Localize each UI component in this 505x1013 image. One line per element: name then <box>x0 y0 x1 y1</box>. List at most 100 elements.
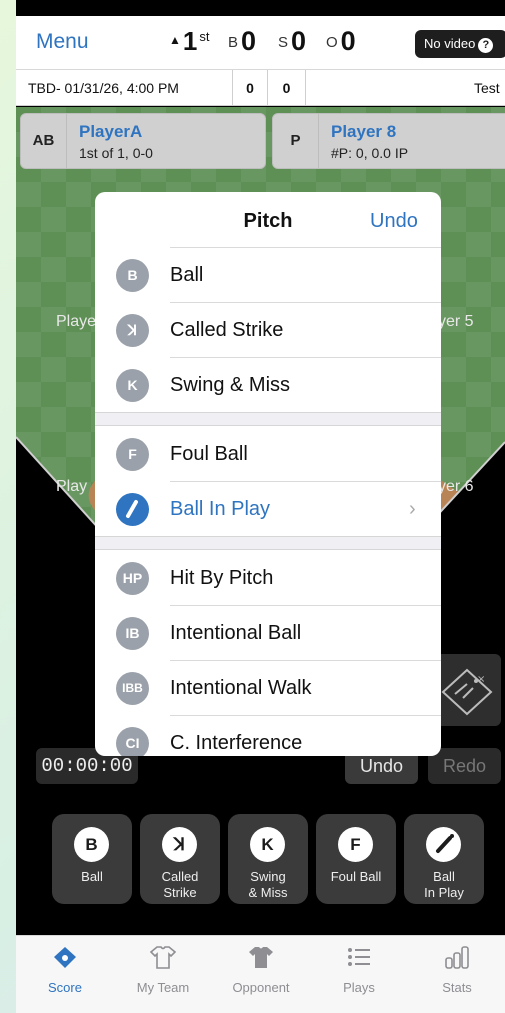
game-date: TBD- 01/31/26, 4:00 PM <box>28 80 179 96</box>
outs-count: O0 <box>326 26 356 57</box>
row-divider <box>170 715 441 716</box>
pitch-option-hit-by-pitch[interactable]: HP Hit By Pitch <box>95 550 441 605</box>
quick-called-strike-button[interactable]: ꓘ Called Strike <box>140 814 220 904</box>
fielder-right-upper[interactable]: yer 5 <box>438 313 474 331</box>
balls-label: B <box>228 34 239 51</box>
tab-opponent[interactable]: Opponent <box>212 936 310 1013</box>
row-divider <box>170 660 441 661</box>
fielder-left-lower[interactable]: Play <box>56 478 87 496</box>
no-video-label: No video <box>424 36 476 51</box>
strikes-count: S0 <box>278 26 306 57</box>
svg-text:×: × <box>477 674 485 685</box>
menu-button[interactable]: Menu <box>36 30 89 54</box>
row-divider <box>170 605 441 606</box>
pitch-option-label: Intentional Walk <box>170 677 312 699</box>
pitch-option-label: Foul Ball <box>170 443 248 465</box>
outs-label: O <box>326 34 338 51</box>
pitch-option-catcher-interference[interactable]: CI C. Interference <box>95 715 441 756</box>
tab-score[interactable]: Score <box>16 936 114 1013</box>
pitch-option-swing-miss[interactable]: K Swing & Miss <box>95 357 441 412</box>
strikes-label: S <box>278 34 289 51</box>
bar-chart-icon <box>445 946 469 969</box>
no-video-button[interactable]: No video? <box>415 30 505 58</box>
inning-indicator: ▲1 st <box>169 26 209 57</box>
tab-my-team[interactable]: My Team <box>114 936 212 1013</box>
pitch-option-intentional-walk[interactable]: IBB Intentional Walk <box>95 660 441 715</box>
batter-card[interactable]: AB PlayerA 1st of 1, 0-0 <box>20 113 266 169</box>
ball-icon: B <box>74 827 109 862</box>
quick-ball-in-play-label-1: Ball <box>433 869 455 884</box>
batter-tag: AB <box>21 114 67 168</box>
row-divider <box>170 247 441 248</box>
fielder-right-lower[interactable]: yer 6 <box>438 478 474 496</box>
app-screen: Menu ▲1 st B0 S0 O0 No video? TBD- 01/31/… <box>16 0 505 1013</box>
quick-swing-miss-label-1: Swing <box>250 869 286 884</box>
quick-pitch-bar: B Ball ꓘ Called Strike K Swing & Miss F Fo… <box>16 814 505 904</box>
batter-line: 1st of 1, 0-0 <box>79 145 153 161</box>
balls-value: 0 <box>241 26 257 56</box>
group-separator <box>95 412 441 426</box>
balls-count: B0 <box>228 26 256 57</box>
fielder-left-upper[interactable]: Playe <box>56 313 96 331</box>
pitch-option-foul-ball[interactable]: F Foul Ball <box>95 426 441 481</box>
tab-bar: Score My Team Opponent Plays Stats <box>16 935 505 1013</box>
swing-miss-badge-icon: K <box>116 369 149 402</box>
pitch-menu-popup: Pitch Undo B Ball ꓘ Called Strike K Swin… <box>95 192 441 756</box>
quick-foul-ball-label: Foul Ball <box>316 869 396 885</box>
field-diagram-icon: × <box>441 668 493 716</box>
called-strike-icon: ꓘ <box>162 827 197 862</box>
pitch-option-label: Intentional Ball <box>170 622 302 644</box>
score-cell-a: 0 <box>232 70 268 106</box>
pitch-option-intentional-ball[interactable]: IB Intentional Ball <box>95 605 441 660</box>
pitcher-name: Player 8 <box>331 122 397 141</box>
called-strike-badge-icon: ꓘ <box>116 314 149 347</box>
quick-ball-in-play-button[interactable]: Ball In Play <box>404 814 484 904</box>
pitch-option-label: C. Interference <box>170 732 303 754</box>
quick-foul-ball-label-1: Foul Ball <box>330 869 382 884</box>
quick-ball-button[interactable]: B Ball <box>52 814 132 904</box>
quick-swing-miss-label: Swing & Miss <box>228 869 308 901</box>
row-divider <box>170 302 441 303</box>
tab-stats[interactable]: Stats <box>408 936 505 1013</box>
pitch-option-called-strike[interactable]: ꓘ Called Strike <box>95 302 441 357</box>
pitch-option-label: Called Strike <box>170 319 284 341</box>
list-icon <box>348 948 370 966</box>
row-divider <box>170 481 441 482</box>
intentional-walk-badge-icon: IBB <box>116 672 149 705</box>
quick-ball-label-1: Ball <box>81 869 103 884</box>
team-name: Test <box>474 80 500 96</box>
quick-ball-in-play-label-2: In Play <box>424 885 464 900</box>
foul-ball-badge-icon: F <box>116 438 149 471</box>
inning-number: 1 <box>182 26 198 56</box>
batter-name: PlayerA <box>79 122 143 141</box>
top-inning-arrow-icon: ▲ <box>169 33 181 47</box>
pitch-option-ball-in-play[interactable]: Ball In Play › <box>95 481 441 536</box>
tab-my-team-label: My Team <box>136 980 190 995</box>
pitch-option-label: Swing & Miss <box>170 374 291 396</box>
pitch-menu-undo-button[interactable]: Undo <box>370 210 418 233</box>
quick-swing-miss-button[interactable]: K Swing & Miss <box>228 814 308 904</box>
quick-called-strike-label-2: Strike <box>163 885 197 900</box>
intentional-ball-badge-icon: IB <box>116 617 149 650</box>
pitcher-card[interactable]: P Player 8 #P: 0, 0.0 IP <box>272 113 505 169</box>
tab-plays[interactable]: Plays <box>310 936 408 1013</box>
scoreboard-header: Menu ▲1 st B0 S0 O0 No video? <box>16 16 505 70</box>
group-separator <box>95 536 441 550</box>
catcher-interference-badge-icon: CI <box>116 727 149 756</box>
game-info-row: TBD- 01/31/26, 4:00 PM 0 0 Test <box>16 70 505 106</box>
quick-ball-in-play-label: Ball In Play <box>404 869 484 901</box>
tab-score-label: Score <box>48 980 82 995</box>
inning-suffix: st <box>199 29 210 44</box>
jersey-filled-icon <box>249 947 273 968</box>
quick-foul-ball-button[interactable]: F Foul Ball <box>316 814 396 904</box>
bat-icon <box>426 827 461 862</box>
jersey-outline-icon <box>150 946 176 969</box>
bat-badge-icon <box>116 493 149 526</box>
quick-called-strike-label: Called Strike <box>140 869 220 901</box>
pitch-option-ball[interactable]: B Ball <box>95 247 441 302</box>
tab-plays-label: Plays <box>343 980 375 995</box>
quick-called-strike-label-1: Called <box>161 869 199 884</box>
pitch-option-label: Hit By Pitch <box>170 567 274 589</box>
spray-chart-button[interactable]: × <box>433 654 501 726</box>
pitch-option-label: Ball In Play <box>170 498 271 520</box>
